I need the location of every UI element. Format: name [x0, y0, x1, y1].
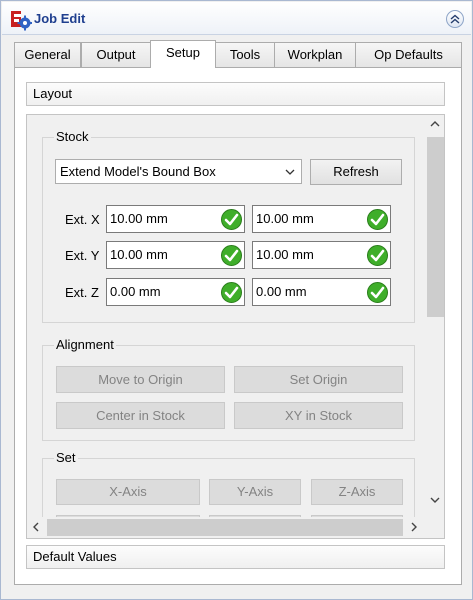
- valid-check-icon: [367, 209, 388, 230]
- valid-check-icon: [221, 282, 242, 303]
- valid-check-icon: [221, 245, 242, 266]
- ext-y-neg-input[interactable]: 10.00 mm: [106, 241, 245, 269]
- z-axis-button[interactable]: Z-Axis: [311, 479, 403, 505]
- stock-mode-value: Extend Model's Bound Box: [60, 164, 216, 179]
- tab-bar: General Output Setup Tools Workplan Op D…: [14, 40, 462, 68]
- freecad-path-icon: [10, 9, 32, 31]
- ext-z-pos-value: 0.00 mm: [256, 284, 307, 299]
- vertical-scrollbar[interactable]: [425, 115, 444, 509]
- ext-y-label: Ext. Y: [65, 248, 100, 263]
- ext-z-neg-input[interactable]: 0.00 mm: [106, 278, 245, 306]
- tab-op-defaults[interactable]: Op Defaults: [355, 42, 462, 67]
- ext-z-neg-value: 0.00 mm: [110, 284, 161, 299]
- vertical-scroll-thumb[interactable]: [427, 137, 444, 317]
- ext-z-label: Ext. Z: [65, 285, 99, 300]
- setup-tab-page: Layout Stock Extend Model's Bound Box Re…: [14, 67, 462, 585]
- valid-check-icon: [367, 282, 388, 303]
- tab-setup[interactable]: Setup: [150, 40, 216, 68]
- panel-titlebar: Job Edit: [2, 2, 471, 35]
- tab-workplan[interactable]: Workplan: [274, 42, 356, 67]
- tab-output[interactable]: Output: [81, 42, 151, 67]
- alignment-group: Alignment Move to Origin Set Origin Cent…: [42, 337, 415, 441]
- stock-mode-select[interactable]: Extend Model's Bound Box: [55, 159, 302, 184]
- y-axis-button[interactable]: Y-Axis: [209, 479, 301, 505]
- chevron-down-icon: [285, 169, 295, 175]
- ext-x-pos-input[interactable]: 10.00 mm: [252, 205, 391, 233]
- ext-x-neg-value: 10.00 mm: [110, 211, 168, 226]
- double-chevron-up-icon: [450, 14, 460, 24]
- ext-x-label: Ext. X: [65, 212, 100, 227]
- valid-check-icon: [221, 209, 242, 230]
- ext-z-pos-input[interactable]: 0.00 mm: [252, 278, 391, 306]
- layout-section-header[interactable]: Layout: [26, 82, 445, 106]
- tab-tools[interactable]: Tools: [215, 42, 275, 67]
- panel-title: Job Edit: [34, 11, 86, 26]
- xy-in-stock-button[interactable]: XY in Stock: [234, 402, 403, 429]
- x-axis-button[interactable]: X-Axis: [56, 479, 200, 505]
- set-origin-button[interactable]: Set Origin: [234, 366, 403, 393]
- horizontal-scroll-thumb[interactable]: [47, 519, 403, 536]
- ext-x-neg-input[interactable]: 10.00 mm: [106, 205, 245, 233]
- ext-x-pos-value: 10.00 mm: [256, 211, 314, 226]
- horizontal-scrollbar[interactable]: [27, 517, 425, 538]
- stock-group-title: Stock: [54, 129, 91, 144]
- center-in-stock-button[interactable]: Center in Stock: [56, 402, 225, 429]
- ext-y-pos-input[interactable]: 10.00 mm: [252, 241, 391, 269]
- task-panel: Job Edit General Output Setup Tools Work…: [0, 0, 473, 600]
- default-values-section-header[interactable]: Default Values: [26, 545, 445, 569]
- stock-group: Stock Extend Model's Bound Box Refresh E…: [42, 129, 415, 323]
- collapse-button[interactable]: [446, 10, 464, 28]
- tab-general[interactable]: General: [14, 42, 81, 67]
- alignment-group-title: Alignment: [54, 337, 116, 352]
- valid-check-icon: [367, 245, 388, 266]
- scroll-left-icon[interactable]: [33, 522, 39, 532]
- ext-y-neg-value: 10.00 mm: [110, 247, 168, 262]
- scroll-up-icon[interactable]: [430, 121, 440, 127]
- scroll-right-icon[interactable]: [411, 522, 417, 532]
- setup-scroll-area: Stock Extend Model's Bound Box Refresh E…: [26, 114, 445, 539]
- refresh-button[interactable]: Refresh: [310, 159, 402, 185]
- move-to-origin-button[interactable]: Move to Origin: [56, 366, 225, 393]
- scroll-down-icon[interactable]: [430, 497, 440, 503]
- ext-y-pos-value: 10.00 mm: [256, 247, 314, 262]
- set-group-title: Set: [54, 450, 78, 465]
